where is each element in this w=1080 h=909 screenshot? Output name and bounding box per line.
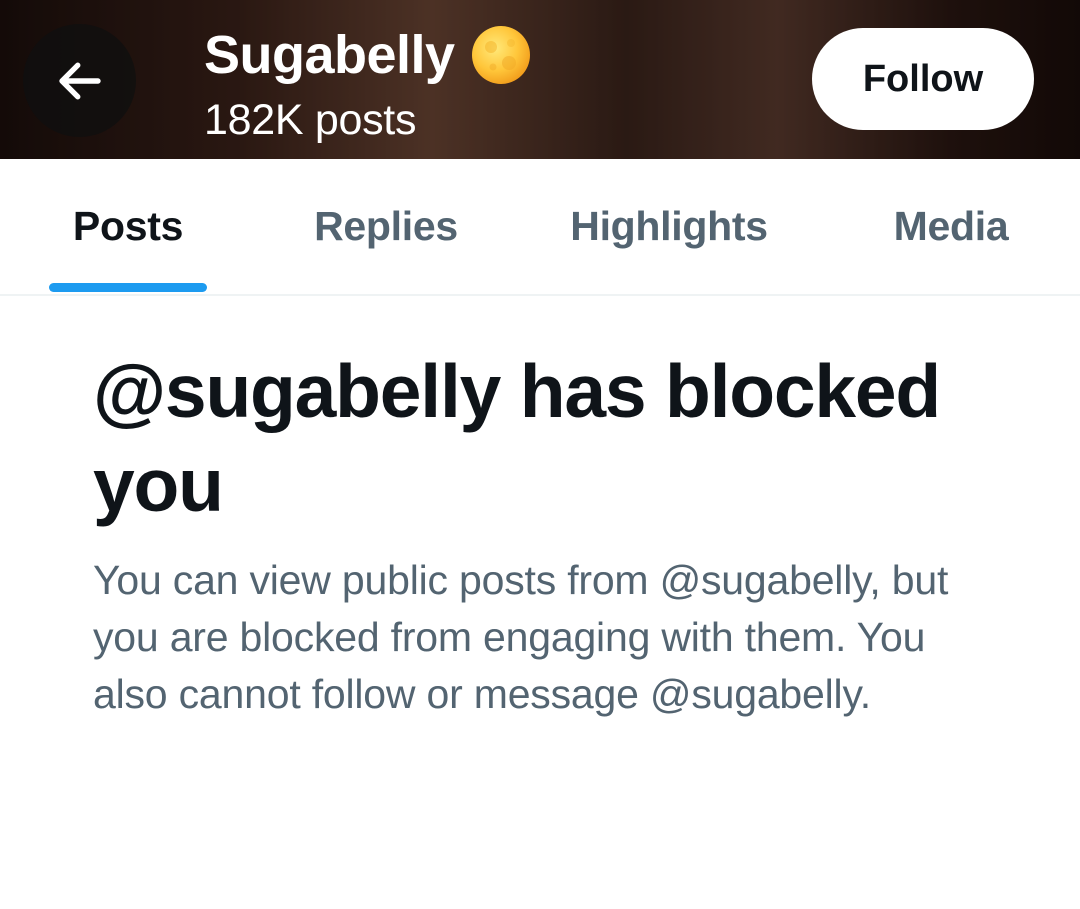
profile-header-banner: Sugabelly 182K posts Follow <box>0 0 1080 159</box>
active-tab-indicator <box>49 283 207 292</box>
profile-display-name: Sugabelly <box>204 25 455 85</box>
profile-tabs: Posts Replies Highlights Media <box>0 159 1080 296</box>
arrow-left-icon <box>58 62 101 99</box>
blocked-message-title: @sugabelly has blocked you <box>93 349 941 527</box>
post-count: 182K posts <box>204 96 417 144</box>
full-moon-emoji-icon <box>471 26 530 84</box>
tab-posts[interactable]: Posts <box>49 159 207 294</box>
tab-media[interactable]: Media <box>868 159 1034 294</box>
tab-highlights[interactable]: Highlights <box>545 159 793 294</box>
blocked-message-description: You can view public posts from @sugabell… <box>93 557 949 717</box>
tab-replies[interactable]: Replies <box>290 159 482 294</box>
profile-name-row: Sugabelly <box>204 22 531 88</box>
follow-button[interactable]: Follow <box>812 28 1034 130</box>
back-button[interactable] <box>23 24 136 137</box>
